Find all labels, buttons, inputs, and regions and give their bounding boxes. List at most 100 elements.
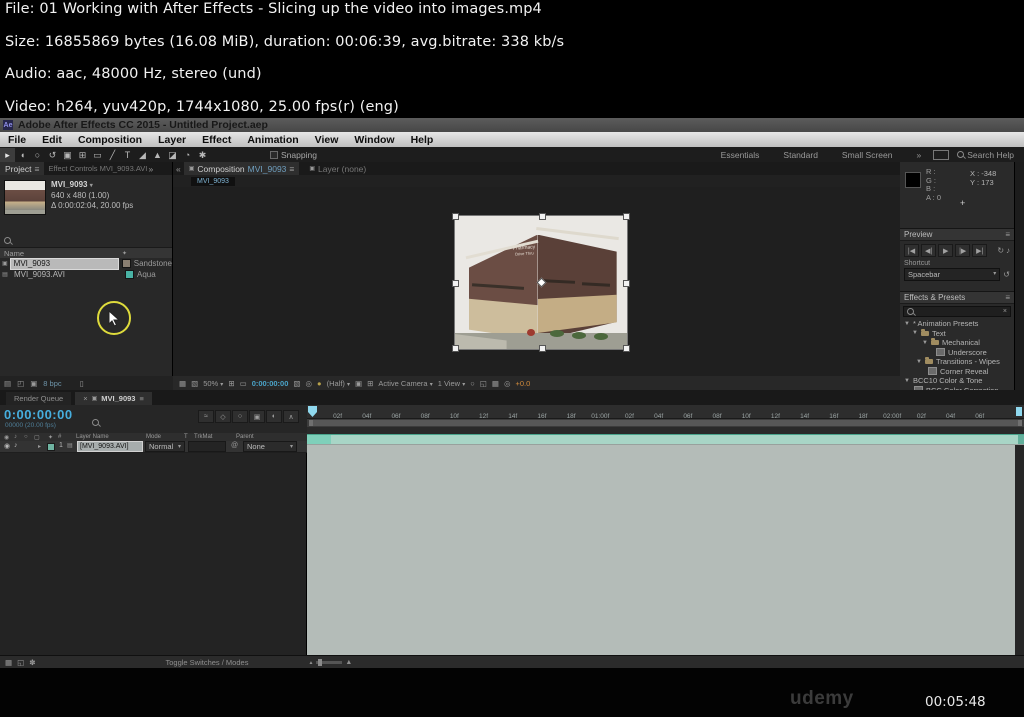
tree-underscore[interactable]: Underscore <box>900 348 1014 358</box>
menu-view[interactable]: View <box>307 134 347 146</box>
tree-transitions-wipes[interactable]: ▼ Transitions - Wipes <box>900 357 1014 367</box>
reset-exposure-icon[interactable]: ◎ <box>504 379 511 388</box>
previous-frame-button[interactable]: ◀| <box>921 244 937 257</box>
pan-behind-tool-icon[interactable]: ⊞ <box>75 148 90 162</box>
panel-menu-icon[interactable]: ≡ <box>34 164 39 174</box>
tabs-back-icon[interactable]: « <box>173 164 184 174</box>
clone-stamp-tool-icon[interactable]: ▲ <box>150 148 165 162</box>
layer-bar-out-handle[interactable] <box>1018 435 1024 444</box>
selection-handle[interactable] <box>452 213 459 220</box>
label-column-icon[interactable]: ✦ <box>122 250 127 257</box>
puppet-pin-tool-icon[interactable]: ✱ <box>195 148 210 162</box>
workspace-essentials[interactable]: Essentials <box>709 150 772 160</box>
pixel-aspect-icon[interactable]: ○ <box>470 379 475 388</box>
timeline-zoom-slider[interactable] <box>316 659 343 666</box>
tree-corner-reveal[interactable]: Corner Reveal <box>900 367 1014 377</box>
snapping-toggle[interactable]: Snapping <box>270 150 317 160</box>
shortcut-dropdown[interactable]: Spacebar ▾ <box>904 268 1001 281</box>
snapshot-icon[interactable]: ▧ <box>293 379 300 388</box>
menu-layer[interactable]: Layer <box>150 134 194 146</box>
loop-icon[interactable]: ↻ <box>997 246 1004 255</box>
play-button[interactable]: ▶ <box>938 244 954 257</box>
current-time-indicator[interactable] <box>308 406 317 417</box>
menu-edit[interactable]: Edit <box>34 134 70 146</box>
timeline-track-area[interactable] <box>307 444 1024 658</box>
time-ruler[interactable]: 02f 04f 06f 08f 10f 12f 14f 16f 18f 01:00f 02f 04f 0… <box>307 405 1024 423</box>
graph-editor-icon[interactable]: ∧ <box>283 410 299 423</box>
tab-effect-controls[interactable]: Effect Controls MVI_9093.AVI <box>44 164 148 173</box>
camera-tool-icon[interactable]: ▣ <box>60 148 75 162</box>
project-item-thumbnail[interactable] <box>4 180 46 215</box>
tree-bcc10[interactable]: ▼ BCC10 Color & Tone <box>900 376 1014 386</box>
next-frame-button[interactable]: |▶ <box>955 244 971 257</box>
layer-mode-dropdown[interactable]: Normal ▾ <box>145 441 185 452</box>
zoom-in-mountain-icon[interactable]: ▲ <box>345 659 352 666</box>
reset-icon[interactable]: ↺ <box>1003 270 1010 279</box>
zoom-level-dropdown[interactable]: 50% ▾ <box>203 379 223 388</box>
trash-icon[interactable]: ▯ <box>80 379 84 388</box>
ruler-end-marker[interactable] <box>1016 407 1022 416</box>
workspace-standard[interactable]: Standard <box>771 150 830 160</box>
mode-column-header[interactable]: Mode <box>146 434 161 440</box>
menu-help[interactable]: Help <box>403 134 442 146</box>
tab-project[interactable]: Project ≡ <box>0 162 45 175</box>
viewer-timecode[interactable]: 0:00:00:00 <box>252 379 289 388</box>
viewer-tab-comp[interactable]: MVI_9093 <box>191 176 235 186</box>
selection-handle[interactable] <box>452 345 459 352</box>
show-channels-icon[interactable]: ● <box>317 379 322 388</box>
brush-tool-icon[interactable]: ◢ <box>135 148 150 162</box>
tab-composition[interactable]: ▣ Composition MVI_9093 ≡ <box>183 162 300 175</box>
menu-file[interactable]: File <box>0 134 34 146</box>
project-row-footage-name[interactable]: MVI_9093.AVI <box>10 270 122 279</box>
project-row-footage[interactable]: ▤ MVI_9093.AVI Aqua <box>0 269 172 280</box>
mini-flowchart-icon[interactable]: ≈ <box>198 410 214 423</box>
project-item-name[interactable]: MVI_9093 <box>51 180 87 189</box>
column-name[interactable]: Name <box>4 249 122 258</box>
tab-overflow-icon[interactable]: » <box>148 164 153 174</box>
layer-duration-bar[interactable] <box>307 434 1024 444</box>
pen-tool-icon[interactable]: ╱ <box>105 148 120 162</box>
selection-handle[interactable] <box>623 213 630 220</box>
expand-layers-icon[interactable]: ▦ <box>5 658 12 667</box>
caret-down-icon[interactable]: ▼ <box>904 321 910 327</box>
show-snapshot-icon[interactable]: ◎ <box>306 379 313 388</box>
draft-3d-icon[interactable]: ◇ <box>215 410 231 423</box>
workspace-overflow-icon[interactable]: » <box>904 150 933 160</box>
layer-name[interactable]: [MVI_9093.AVI] <box>77 441 143 452</box>
timeline-search-icon[interactable] <box>92 419 99 426</box>
last-frame-button[interactable]: ▶| <box>972 244 988 257</box>
timeline-scrollbar[interactable] <box>1015 445 1024 658</box>
layer-expand-icon[interactable]: ▸ <box>38 443 41 450</box>
label-swatch-aqua[interactable] <box>125 270 134 279</box>
resolution-dropdown[interactable]: (Half) ▾ <box>327 379 350 388</box>
tab-render-queue[interactable]: Render Queue <box>6 392 72 405</box>
trkmat-column-header[interactable]: TrkMat <box>194 434 212 440</box>
work-area-end-handle[interactable] <box>1018 420 1022 426</box>
mute-audio-icon[interactable]: ♪ <box>1006 246 1010 255</box>
keyboard-icon[interactable] <box>933 149 950 160</box>
selection-handle[interactable] <box>452 279 459 287</box>
bit-depth-button[interactable]: 8 bpc <box>43 379 61 388</box>
layer-row[interactable]: ◉ ♪ ▸ 1 ▤ [MVI_9093.AVI] Normal ▾ @ None ▾ <box>0 441 307 453</box>
exposure-value[interactable]: +0.0 <box>515 379 530 388</box>
grid-options-icon[interactable]: ⊞ <box>228 379 234 388</box>
type-tool-icon[interactable]: T <box>120 148 135 162</box>
zoom-out-mountain-icon[interactable]: ▲ <box>308 660 313 666</box>
work-area-start-handle[interactable] <box>309 420 313 426</box>
workspace-small-screen[interactable]: Small Screen <box>830 150 905 160</box>
region-of-interest-icon[interactable]: ▭ <box>240 379 247 388</box>
first-frame-button[interactable]: |◀ <box>904 244 920 257</box>
work-area-range[interactable] <box>309 420 1022 426</box>
zoom-tool-icon[interactable]: ○ <box>30 148 45 162</box>
shape-tool-icon[interactable]: ▭ <box>90 148 105 162</box>
layer-label-swatch[interactable] <box>47 443 55 451</box>
chevron-down-icon[interactable]: ▾ <box>90 183 93 189</box>
flowchart-button-icon[interactable]: ▦ <box>492 379 499 388</box>
caret-down-icon[interactable]: ▼ <box>922 340 928 346</box>
tree-mechanical[interactable]: ▼ Mechanical <box>900 338 1014 348</box>
close-tab-icon[interactable]: × <box>83 394 87 403</box>
toggle-switches-button[interactable]: Toggle Switches / Modes <box>165 658 248 667</box>
frame-blend-icon[interactable]: ▣ <box>249 410 265 423</box>
selection-handle[interactable] <box>623 279 630 287</box>
timeline-menu-icon[interactable]: ≡ <box>139 394 143 403</box>
